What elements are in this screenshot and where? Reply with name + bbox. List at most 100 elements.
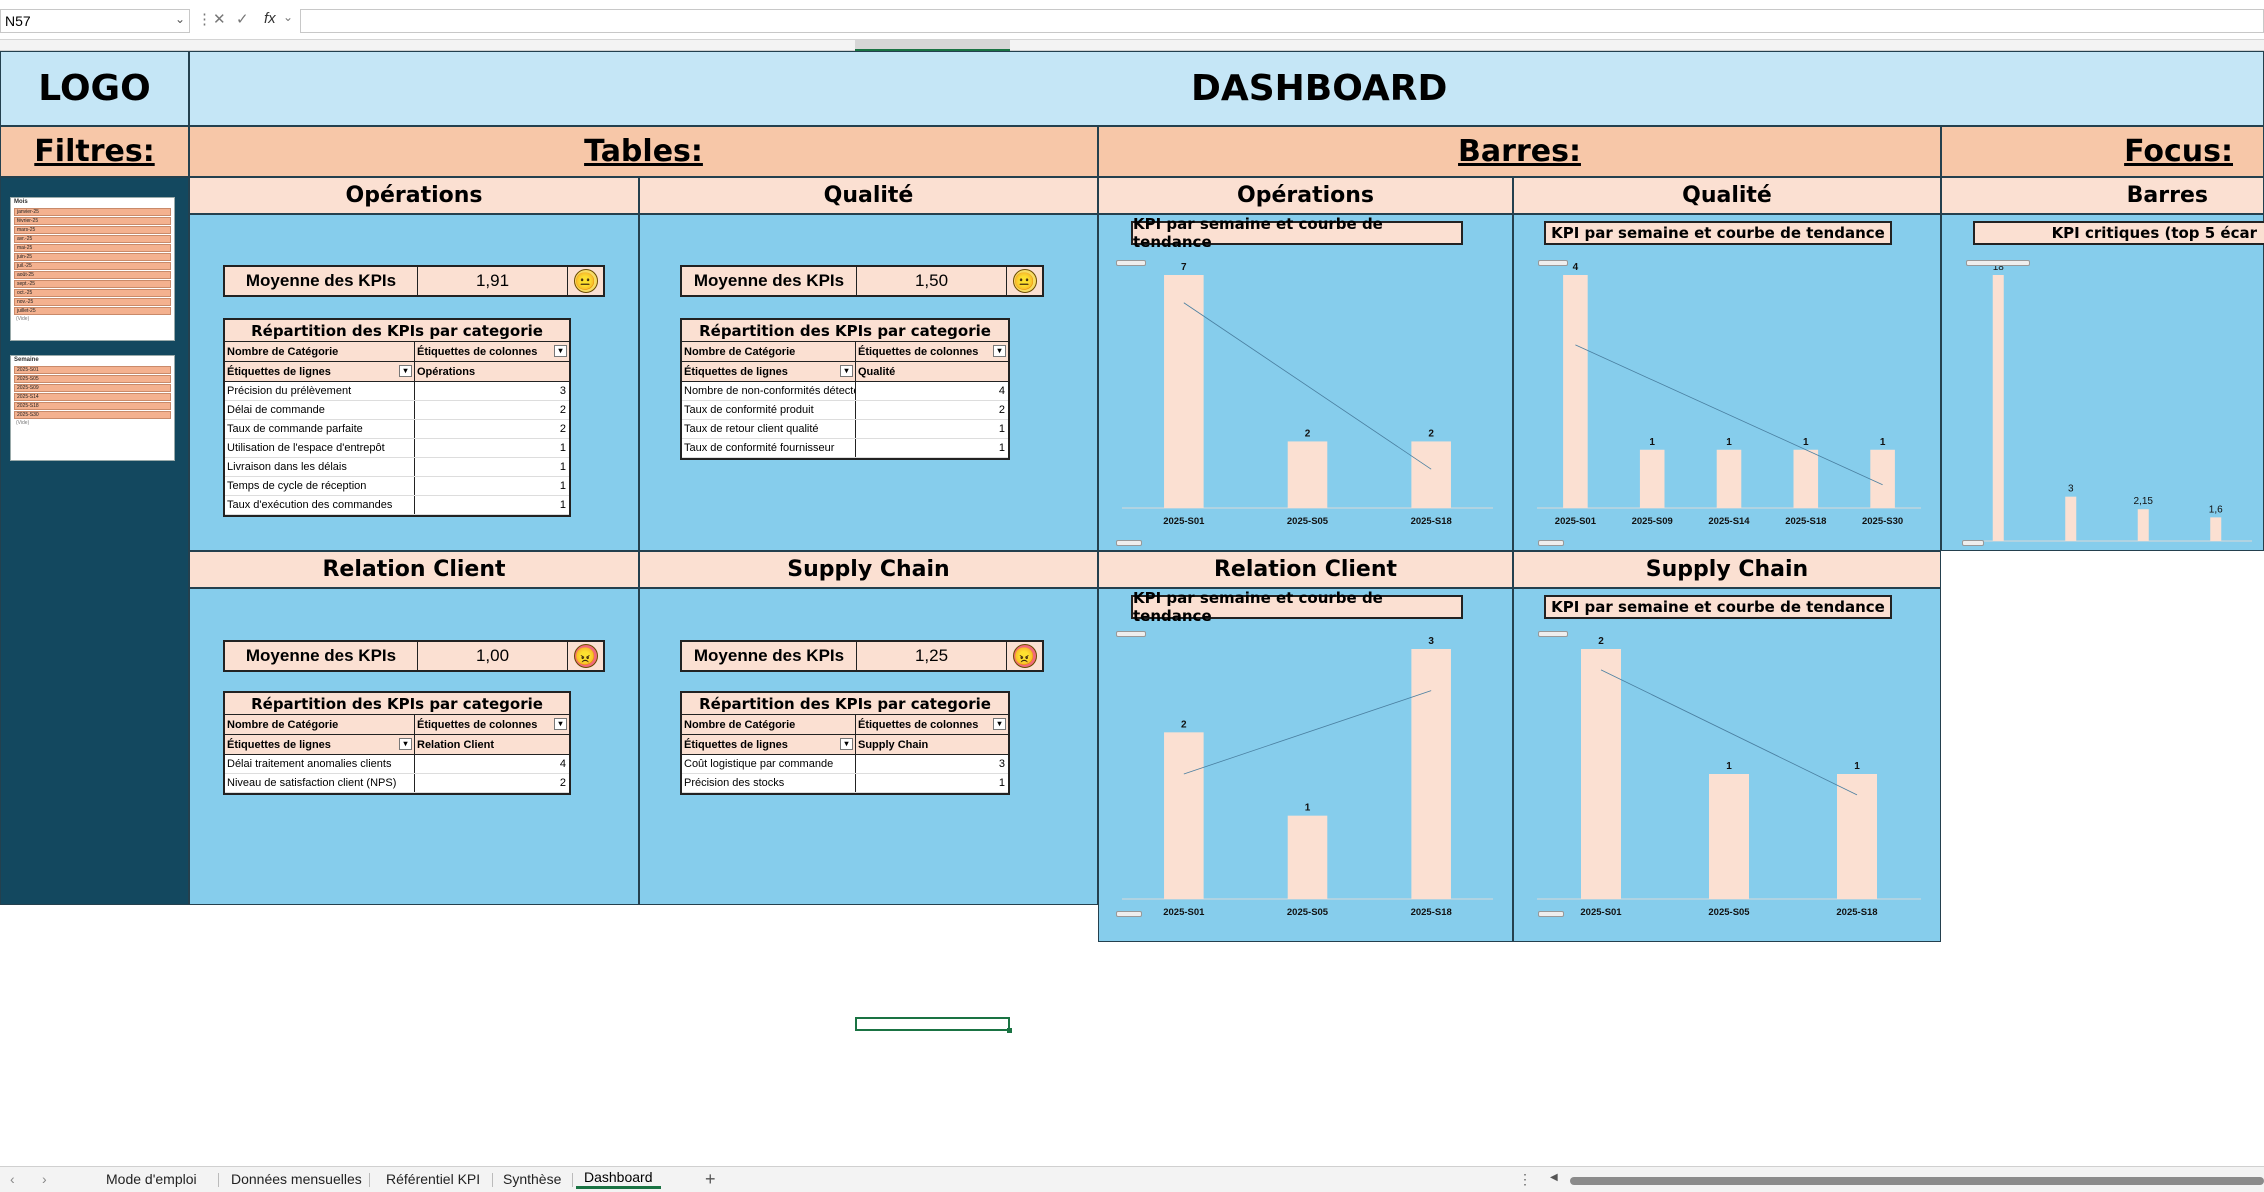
table-row[interactable]: Taux d'exécution des commandes 1 [225,496,569,515]
table-row[interactable]: Précision du prélèvement 3 [225,382,569,401]
table-row[interactable]: Délai traitement anomalies clients 4 [225,755,569,774]
chart-field-button[interactable] [1116,540,1142,546]
table-row[interactable]: Taux de conformité produit 2 [682,401,1008,420]
table-row[interactable]: Délai de commande 2 [225,401,569,420]
column-headers[interactable] [0,40,2264,51]
chevron-left-icon[interactable]: ‹ [10,1171,15,1187]
row-label: Nombre de non-conformités détectées [682,382,856,400]
trendline [1183,690,1432,775]
horizontal-scrollbar[interactable]: ◀ [1550,1172,2264,1185]
tab-donnees-mensuelles[interactable]: Données mensuelles [223,1171,370,1191]
slicer-item[interactable]: 2025-S05 [14,375,171,383]
filter-icon[interactable]: ▾ [554,718,567,730]
slicer-item[interactable]: avr.-25 [14,235,171,243]
angry-face-icon: 😠 [1012,644,1037,668]
slicer-item[interactable]: juillet-25 [14,307,171,315]
chart-field-button[interactable] [1116,631,1146,637]
slicer-item[interactable]: 2025-S14 [14,393,171,401]
slicer-item[interactable]: mars-25 [14,226,171,234]
filter-icon[interactable]: ▾ [840,365,853,377]
name-box[interactable]: N57 ⌄ [0,9,190,33]
pivot-column-label: Étiquettes de colonnes [858,718,979,731]
slicer-item[interactable]: juin-25 [14,253,171,261]
confirm-icon[interactable]: ✓ [236,10,249,28]
slicer-item-empty[interactable]: (Vide) [14,420,171,428]
filter-icon[interactable]: ▾ [993,718,1006,730]
chart-relation-client[interactable]: 2 2025-S01 1 2025-S05 3 2025-S18 [1110,625,1505,937]
slicer-item-empty[interactable]: (Vide) [14,316,171,324]
slicer-item[interactable]: 2025-S09 [14,384,171,392]
row-value: 2 [559,404,566,416]
chart-operations[interactable]: 7 2025-S01 2 2025-S05 2 2025-S18 [1110,251,1505,546]
chart-field-button[interactable] [1538,631,1568,637]
selected-cell[interactable] [855,1017,1012,1033]
scrollbar-thumb[interactable] [1570,1177,2264,1185]
slicer-item[interactable]: août-25 [14,271,171,279]
table-row[interactable]: Livraison dans les délais 1 [225,458,569,477]
chart-field-button[interactable] [1116,260,1146,266]
table-row[interactable]: Temps de cycle de réception 1 [225,477,569,496]
table-row[interactable]: Taux de retour client qualité 1 [682,420,1008,439]
scroll-left-icon[interactable]: ◀ [1550,1172,1558,1183]
slicer-item[interactable]: 2025-S01 [14,366,171,374]
chart-qualite[interactable]: 4 2025-S01 1 2025-S09 1 2025-S14 1 2025-S18 1 202… [1525,251,1933,546]
filter-icon[interactable]: ▾ [554,345,567,357]
slicer-item[interactable]: nov.-25 [14,298,171,306]
more-icon[interactable]: ⋮ [1518,1171,1532,1188]
table-row[interactable]: Utilisation de l'espace d'entrepôt 1 [225,439,569,458]
filter-icon[interactable]: ▾ [840,738,853,750]
chart-focus[interactable]: 18Niveau desatisfactionclient (NPS)3Nomb… [1950,251,2264,546]
formula-input[interactable] [300,9,2264,33]
name-box-value: N57 [5,13,31,29]
tab-referentiel-kpi[interactable]: Référentiel KPI [378,1171,488,1191]
pivot-supply-chain[interactable]: Répartition des KPIs par categorie Nombr… [680,691,1010,795]
chevron-right-icon[interactable]: › [42,1171,47,1187]
filter-icon[interactable]: ▾ [993,345,1006,357]
table-row[interactable]: Taux de conformité fournisseur 1 [682,439,1008,458]
table-row[interactable]: Niveau de satisfaction client (NPS) 2 [225,774,569,793]
slicer-item[interactable]: sept.-25 [14,280,171,288]
table-row[interactable]: Coût logistique par commande 3 [682,755,1008,774]
pivot-operations[interactable]: Répartition des KPIs par categorie Nombr… [223,318,571,517]
pivot-header: Nombre de Catégorie [225,342,415,361]
filter-icon[interactable]: ▾ [399,738,412,750]
table-row[interactable]: Précision des stocks 1 [682,774,1008,793]
cancel-icon[interactable]: ✕ [213,10,226,28]
selected-column-header[interactable] [855,40,1010,51]
filter-icon[interactable]: ▾ [399,365,412,377]
chart-field-button[interactable] [1116,911,1142,917]
chart-supply-chain[interactable]: 2 2025-S01 1 2025-S05 1 2025-S18 [1525,625,1933,937]
slicer-item[interactable]: janvier-25 [14,208,171,216]
slicer-item[interactable]: février-25 [14,217,171,225]
table-row[interactable]: Taux de commande parfaite 2 [225,420,569,439]
week-slicer[interactable]: Semaine 2025-S01 2025-S05 2025-S09 2025-… [10,355,175,461]
chart-field-button[interactable] [1538,540,1564,546]
tab-synthese[interactable]: Synthèse [495,1171,569,1191]
chevron-down-icon[interactable]: ⌄ [175,12,185,26]
tab-dashboard[interactable]: Dashboard [576,1169,661,1189]
kpi-average-relation-client: Moyenne des KPIs 1,00 😠 [223,640,605,672]
chart-field-button[interactable] [1538,911,1564,917]
add-sheet-icon[interactable]: + [705,1169,716,1190]
bar [1287,815,1328,899]
data-label: 3 [2068,484,2074,495]
pivot-header: Étiquettes de colonnes ▾ [415,715,569,734]
row-value: 4 [559,758,566,770]
slicer-item[interactable]: oct.-25 [14,289,171,297]
chart-field-button[interactable] [1538,260,1568,266]
tab-mode-emploi[interactable]: Mode d'emploi [98,1171,205,1191]
dashboard-sheet[interactable]: LOGO DASHBOARD Filtres: Tables: Barres: … [0,51,2264,1166]
pivot-qualite[interactable]: Répartition des KPIs par categorie Nombr… [680,318,1010,460]
function-icon[interactable]: fx [264,10,276,27]
more-icon[interactable]: ⋮ [197,10,212,28]
slicer-item[interactable]: juil.-25 [14,262,171,270]
slicer-item[interactable]: mai-25 [14,244,171,252]
slicer-item[interactable]: 2025-S30 [14,411,171,419]
chevron-down-icon[interactable]: ⌄ [283,10,293,24]
table-row[interactable]: Nombre de non-conformités détectées 4 [682,382,1008,401]
month-slicer[interactable]: Mois janvier-25 février-25 mars-25 avr.-… [10,197,175,341]
slicer-item[interactable]: 2025-S18 [14,402,171,410]
chart-field-button[interactable] [1962,540,1984,546]
pivot-relation-client[interactable]: Répartition des KPIs par categorie Nombr… [223,691,571,795]
chart-field-button[interactable] [1966,260,2030,266]
